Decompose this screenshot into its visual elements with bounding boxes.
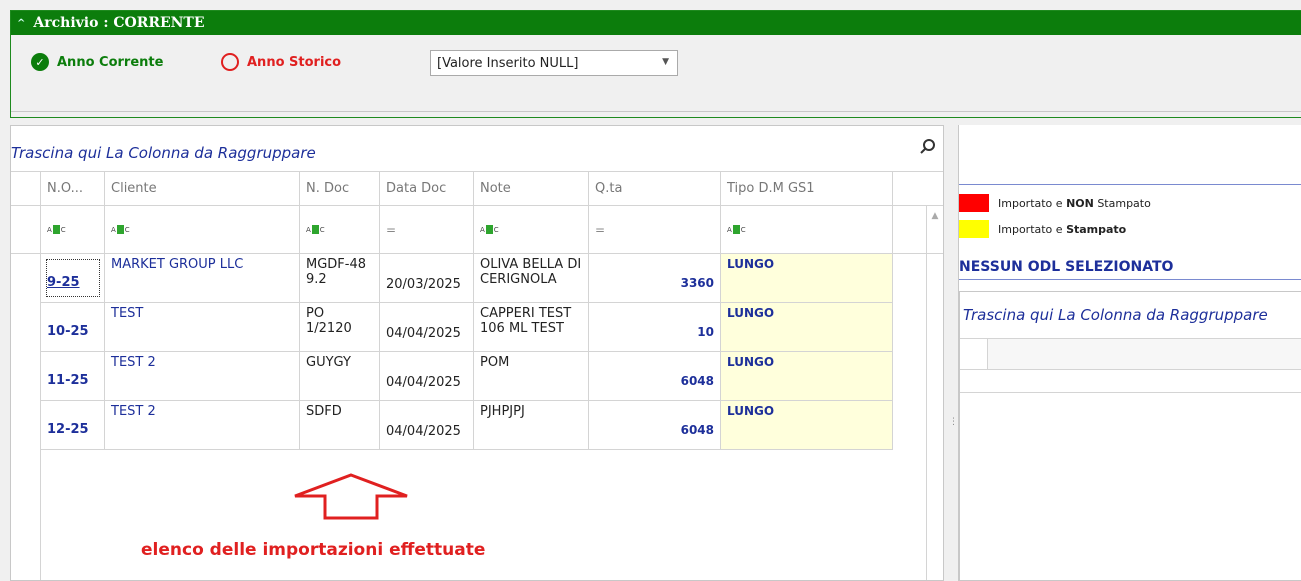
cell-no[interactable]: 12-25 (41, 401, 105, 449)
header-gutter (960, 339, 988, 369)
divider (11, 111, 1301, 112)
column-header-data[interactable]: Data Doc (380, 172, 474, 205)
column-header-note[interactable]: Note (474, 172, 589, 205)
radio-anno-storico[interactable]: Anno Storico (221, 53, 341, 71)
divider (959, 279, 1301, 280)
table-row[interactable]: 12-25 TEST 2 SDFD 04/04/2025 PJHPJPJ 604… (41, 401, 893, 450)
column-header-qta[interactable]: Q.ta (589, 172, 721, 205)
odl-status-title: NESSUN ODL SELEZIONATO (959, 259, 1174, 275)
divider (960, 392, 1301, 393)
radio-anno-corrente[interactable]: ✓ Anno Corrente (31, 53, 163, 71)
archive-header[interactable]: ^ Archivio : CORRENTE (11, 11, 1301, 35)
legend-item-printed: Importato e Stampato (959, 220, 1126, 238)
group-by-bar[interactable]: Trascina qui La Colonna da Raggruppare (11, 126, 943, 172)
column-header-tipo[interactable]: Tipo D.M GS1 (721, 172, 893, 205)
legend-text: Importato e NON Stampato (998, 196, 1151, 210)
annotation-caption: elenco delle importazioni effettuate (141, 540, 486, 560)
divider (959, 184, 1301, 185)
legend-item-not-printed: Importato e NON Stampato (959, 194, 1151, 212)
collapse-icon[interactable]: ^ (17, 18, 25, 29)
cell-tipo[interactable]: LUNGO (721, 401, 893, 449)
grid-header-row (960, 338, 1301, 370)
column-header-cliente[interactable]: Cliente (105, 172, 300, 205)
year-select-value: [Valore Inserito NULL] (437, 55, 579, 71)
text-filter-icon: AC (47, 225, 66, 234)
group-by-hint[interactable]: Trascina qui La Colonna da Raggruppare (963, 306, 1268, 324)
filter-cell-ndoc[interactable]: AC (300, 206, 380, 253)
cell-qta[interactable]: 6048 (589, 401, 721, 449)
cell-note[interactable]: CAPPERI TEST 106 ML TEST (474, 303, 589, 351)
cell-cliente[interactable]: TEST (105, 303, 300, 351)
scroll-up-icon[interactable]: ▲ (927, 206, 943, 226)
splitter-grip-icon[interactable]: ⋮ (949, 417, 958, 427)
text-filter-icon: AC (111, 225, 130, 234)
cell-cliente[interactable]: MARKET GROUP LLC (105, 254, 300, 302)
legend-text: Importato e Stampato (998, 222, 1127, 236)
column-header-ndoc[interactable]: N. Doc (300, 172, 380, 205)
cell-note[interactable]: PJHPJPJ (474, 401, 589, 449)
text-filter-icon: AC (306, 225, 325, 234)
row-indicator-gutter (11, 206, 41, 580)
filter-cell-no[interactable]: AC (41, 206, 105, 253)
table-row[interactable]: 10-25 TEST PO 1/2120 04/04/2025 CAPPERI … (41, 303, 893, 352)
year-select[interactable]: [Valore Inserito NULL] ▼ (430, 50, 678, 76)
filter-cell-note[interactable]: AC (474, 206, 589, 253)
archive-title: Archivio : CORRENTE (33, 15, 205, 31)
group-by-hint: Trascina qui La Colonna da Raggruppare (11, 144, 316, 162)
text-filter-icon: AC (727, 225, 746, 234)
filter-cell-cliente[interactable]: AC (105, 206, 300, 253)
cell-tipo[interactable]: LUNGO (721, 254, 893, 302)
cell-ndoc[interactable]: GUYGY (300, 352, 380, 400)
cell-data[interactable]: 20/03/2025 (380, 254, 474, 302)
cell-data[interactable]: 04/04/2025 (380, 401, 474, 449)
cell-qta[interactable]: 6048 (589, 352, 721, 400)
radio-anno-corrente-label: Anno Corrente (57, 54, 164, 70)
equals-filter-icon: = (386, 222, 397, 237)
filter-cell-qta[interactable]: = (589, 206, 721, 253)
cell-no[interactable]: 10-25 (41, 303, 105, 351)
filter-cell-data[interactable]: = (380, 206, 474, 253)
check-circle-icon: ✓ (31, 53, 49, 71)
archive-options: ✓ Anno Corrente Anno Storico [Valore Ins… (11, 35, 1301, 95)
radio-anno-storico-label: Anno Storico (247, 54, 342, 70)
legend-swatch-yellow (959, 220, 989, 238)
table-row[interactable]: 9-25 MARKET GROUP LLC MGDF-48 9.2 20/03/… (41, 254, 893, 303)
cell-cliente[interactable]: TEST 2 (105, 352, 300, 400)
cell-note[interactable]: OLIVA BELLA DI CERIGNOLA (474, 254, 589, 302)
imports-grid: Trascina qui La Colonna da Raggruppare N… (10, 125, 944, 581)
column-header-no[interactable]: N.O... (41, 172, 105, 205)
cell-ndoc[interactable]: PO 1/2120 (300, 303, 380, 351)
header-gutter (11, 172, 41, 205)
legend-swatch-red (959, 194, 989, 212)
archive-panel: ^ Archivio : CORRENTE ✓ Anno Corrente An… (10, 10, 1301, 118)
cell-data[interactable]: 04/04/2025 (380, 303, 474, 351)
cell-qta[interactable]: 10 (589, 303, 721, 351)
odl-detail-grid: Trascina qui La Colonna da Raggruppare (959, 291, 1301, 581)
cell-note[interactable]: POM (474, 352, 589, 400)
table-row[interactable]: 11-25 TEST 2 GUYGY 04/04/2025 POM 6048 L… (41, 352, 893, 401)
cell-qta[interactable]: 3360 (589, 254, 721, 302)
empty-circle-icon (221, 53, 239, 71)
cell-data[interactable]: 04/04/2025 (380, 352, 474, 400)
cell-ndoc[interactable]: SDFD (300, 401, 380, 449)
cell-tipo[interactable]: LUNGO (721, 303, 893, 351)
search-icon[interactable] (919, 138, 937, 156)
scrollbar-track[interactable] (926, 206, 927, 580)
cell-ndoc[interactable]: MGDF-48 9.2 (300, 254, 380, 302)
cell-cliente[interactable]: TEST 2 (105, 401, 300, 449)
up-arrow-icon (294, 473, 408, 520)
grid-header-row: N.O... Cliente N. Doc Data Doc Note Q.ta… (11, 172, 943, 206)
chevron-down-icon[interactable]: ▼ (662, 57, 669, 67)
text-filter-icon: AC (480, 225, 499, 234)
panel-splitter[interactable]: ⋮ (944, 125, 958, 581)
filter-cell-tipo[interactable]: AC (721, 206, 893, 253)
cell-tipo[interactable]: LUNGO (721, 352, 893, 400)
detail-panel: Importato e NON Stampato Importato e Sta… (958, 125, 1301, 581)
equals-filter-icon: = (595, 222, 606, 237)
cell-no[interactable]: 11-25 (41, 352, 105, 400)
filter-row: AC AC AC = AC = AC (11, 206, 943, 254)
cell-no[interactable]: 9-25 (41, 254, 105, 302)
